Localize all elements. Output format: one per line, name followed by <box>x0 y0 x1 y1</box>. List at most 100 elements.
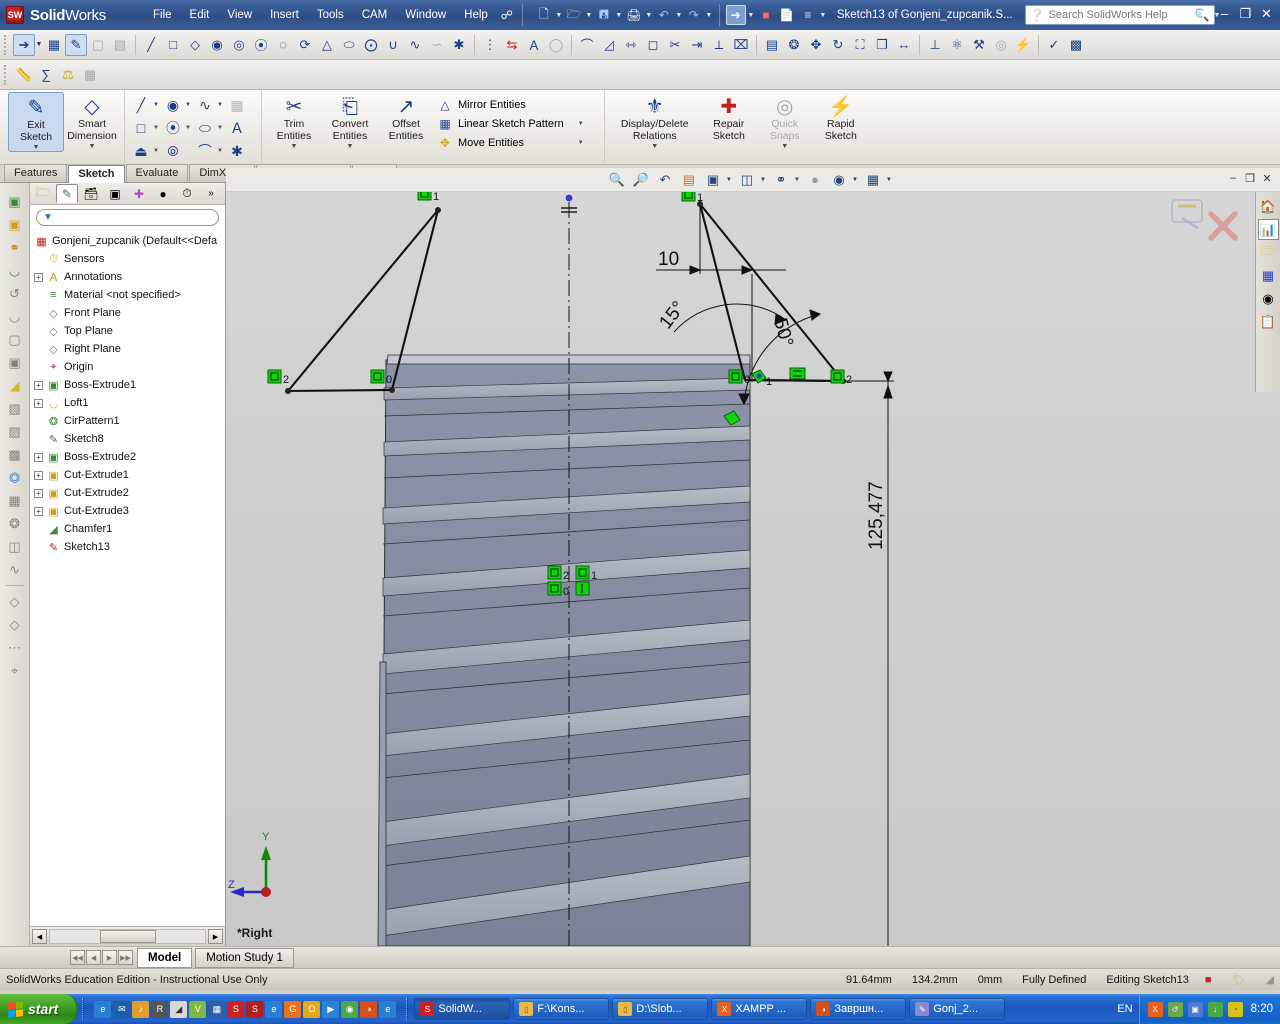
tag-icon[interactable]: 🏷 <box>1218 973 1260 986</box>
scroll-track[interactable] <box>49 929 206 944</box>
shell-icon[interactable]: ▧ <box>4 398 26 419</box>
measure-icon[interactable]: 📏 <box>13 64 35 86</box>
tree-item-sketch8[interactable]: ✎ Sketch8 <box>34 430 225 448</box>
tree-item-front-plane[interactable]: ◇ Front Plane <box>34 304 225 322</box>
display-style-caret[interactable]: ▼ <box>760 177 768 183</box>
nav-last-button[interactable]: ▶▶ <box>118 950 133 965</box>
repair-sketch-button[interactable]: ✚ Repair Sketch <box>701 92 757 142</box>
centerline-icon[interactable]: ⋮ <box>479 34 501 56</box>
tree-item-cirpattern1[interactable]: ❂ CirPattern1 <box>34 412 225 430</box>
rapid-sketch-button[interactable]: ⚡ Rapid Sketch <box>813 92 869 142</box>
revolved-boss-icon[interactable]: ⚭ <box>4 237 26 258</box>
plane-icon[interactable]: ◇ <box>4 614 26 635</box>
expand-boss-extrude1-icon[interactable]: + <box>34 380 43 390</box>
point-icon[interactable]: ✱ <box>448 34 470 56</box>
menu-item-view[interactable]: View <box>218 6 261 24</box>
expand-loft1-icon[interactable]: + <box>34 398 43 408</box>
tree-item-part[interactable]: ▦ Gonjeni_zupcanik (Default<<Defa <box>34 232 225 250</box>
select-caret[interactable]: ▼ <box>35 41 43 48</box>
rectangle-caret[interactable]: ▼ <box>153 125 161 131</box>
solidworks-icon[interactable]: S <box>227 1000 245 1018</box>
sketch-right-triangle[interactable] <box>698 203 844 383</box>
google-chrome-icon[interactable]: G <box>284 1000 302 1018</box>
tab-sketch[interactable]: Sketch <box>68 165 125 183</box>
trim-icon[interactable]: ✂ <box>664 34 686 56</box>
revolved-cut-icon[interactable]: ◡ <box>4 260 26 281</box>
evaluate-toolbar-row-2[interactable]: 📏 ∑ ⚖ ▦ <box>0 60 1280 90</box>
menu-item-help[interactable]: Help <box>455 6 497 24</box>
antivirus-icon[interactable]: ◔ <box>1227 1001 1243 1017</box>
ellipse-icon[interactable]: ⬭ <box>193 117 217 139</box>
expand-cut-extrude1-icon[interactable]: + <box>34 470 43 480</box>
scroll-left-button[interactable]: ◀ <box>32 929 47 944</box>
tangent-arc-icon[interactable]: ⟳ <box>294 34 316 56</box>
split-icon[interactable]: ⟂ <box>708 34 730 56</box>
outlook-icon[interactable]: ✉ <box>113 1000 131 1018</box>
mirror-icon[interactable]: ◫ <box>4 536 26 557</box>
taskbar-clock[interactable]: 8:20 <box>1248 1003 1273 1015</box>
expand-tabs-button[interactable]: » <box>200 184 222 203</box>
jog-icon[interactable]: ⌧ <box>730 34 752 56</box>
nav-next-button[interactable]: ▶ <box>102 950 117 965</box>
display-relations-icon[interactable]: ⚛ <box>946 34 968 56</box>
scale-icon[interactable]: ⛶ <box>849 34 871 56</box>
exit-sketch-button[interactable]: ✎ Exit Sketch ▼ <box>8 92 64 152</box>
tree-item-boss-extrude2[interactable]: + ▣ Boss-Extrude2 <box>34 448 225 466</box>
parabola-icon[interactable]: ∪ <box>382 34 404 56</box>
rectangle-icon[interactable]: □ <box>162 34 184 56</box>
winamp-icon[interactable]: ♪ <box>132 1000 150 1018</box>
hide-show-caret[interactable]: ▼ <box>794 177 802 183</box>
swept-boss-icon[interactable]: ↺ <box>4 283 26 304</box>
expand-annotations-icon[interactable]: + <box>34 272 43 282</box>
scroll-right-button[interactable]: ▶ <box>208 929 223 944</box>
sketch-pencil-icon[interactable]: ✎ <box>65 33 87 56</box>
cam-tab[interactable]: ⏱ <box>176 184 198 203</box>
axis-icon[interactable]: ⋯ <box>4 637 26 658</box>
select-arrow-icon[interactable]: ➔ <box>725 5 746 25</box>
chamfer-icon[interactable]: ◿ <box>598 34 620 56</box>
reference-geometry-icon[interactable]: ◇ <box>4 591 26 612</box>
resize-grip[interactable]: ◢ <box>1260 973 1280 986</box>
partial-ellipse-icon[interactable]: ⨀ <box>360 34 382 56</box>
dimxpert-manager-tab[interactable]: ▣ <box>104 184 126 203</box>
help-icon[interactable]: ? <box>1173 4 1192 23</box>
nav-first-button[interactable]: ◀◀ <box>70 950 85 965</box>
draft-icon[interactable]: ▩ <box>4 444 26 465</box>
open-folder-icon[interactable]: 🗁 <box>564 5 584 25</box>
document-properties-icon[interactable]: ≡ <box>798 5 818 25</box>
tree-item-annotations[interactable]: + Ａ Annotations <box>34 268 225 286</box>
taskbar-item-gonj[interactable]: ✎ Gonj_2... <box>909 998 1006 1020</box>
quick-snaps-caret[interactable]: ▼ <box>781 143 788 150</box>
text-icon[interactable]: Ａ <box>225 117 249 139</box>
surface-spline-icon[interactable]: ▦ <box>225 94 249 116</box>
quick-snaps-button[interactable]: ◎ Quick Snaps ▼ <box>757 92 813 150</box>
dimension-125-477[interactable] <box>846 371 894 946</box>
taskbar-item-firefox[interactable]: ◑ Завршн... <box>810 998 907 1020</box>
ie-small-icon[interactable]: e <box>379 1000 397 1018</box>
tree-item-sensors[interactable]: ⏱ Sensors <box>34 250 225 268</box>
menu-item-edit[interactable]: Edit <box>181 6 219 24</box>
tree-item-cut-extrude3[interactable]: + ▣ Cut-Extrude3 <box>34 502 225 520</box>
pin-menu-icon[interactable]: ☍ <box>497 5 517 25</box>
extruded-cut-icon[interactable]: ▣ <box>4 214 26 235</box>
hide-show-items-icon[interactable]: ⚭ <box>770 170 792 190</box>
save-icon[interactable]: 🖪 <box>594 5 614 25</box>
spline-icon[interactable]: ∿ <box>193 94 217 116</box>
display-manager-tab[interactable]: ✚ <box>128 184 150 203</box>
linear-pattern-icon[interactable]: ▦ <box>4 490 26 511</box>
docprops-caret[interactable]: ▼ <box>819 12 827 19</box>
file-explorer-icon[interactable]: 🗁 <box>1258 242 1279 263</box>
network-icon[interactable]: ▣ <box>1187 1001 1203 1017</box>
circular-pattern-icon[interactable]: ❂ <box>4 513 26 534</box>
3point-arc-icon[interactable]: ◌ <box>272 34 294 56</box>
select-caret[interactable]: ▼ <box>747 12 755 19</box>
heads-up-view-toolbar[interactable]: 🔍 🔎 ↶ ▤ ▣ ▼ ◫ ▼ ⚭ ▼ ● ◉ ▼ ▦ ▼ – ❐ ✕ <box>226 168 1280 192</box>
expand-boss-extrude2-icon[interactable]: + <box>34 452 43 462</box>
linear-sketch-pattern-button[interactable]: ▦ Linear Sketch Pattern ▼ <box>434 114 588 133</box>
move-icon[interactable]: ✥ <box>805 34 827 56</box>
extruded-boss-icon[interactable]: ▣ <box>4 191 26 212</box>
curve-icon[interactable]: ∿ <box>4 559 26 580</box>
chrome-icon[interactable]: ◉ <box>341 1000 359 1018</box>
search-input[interactable] <box>1048 9 1191 21</box>
extend-icon[interactable]: ⇥ <box>686 34 708 56</box>
